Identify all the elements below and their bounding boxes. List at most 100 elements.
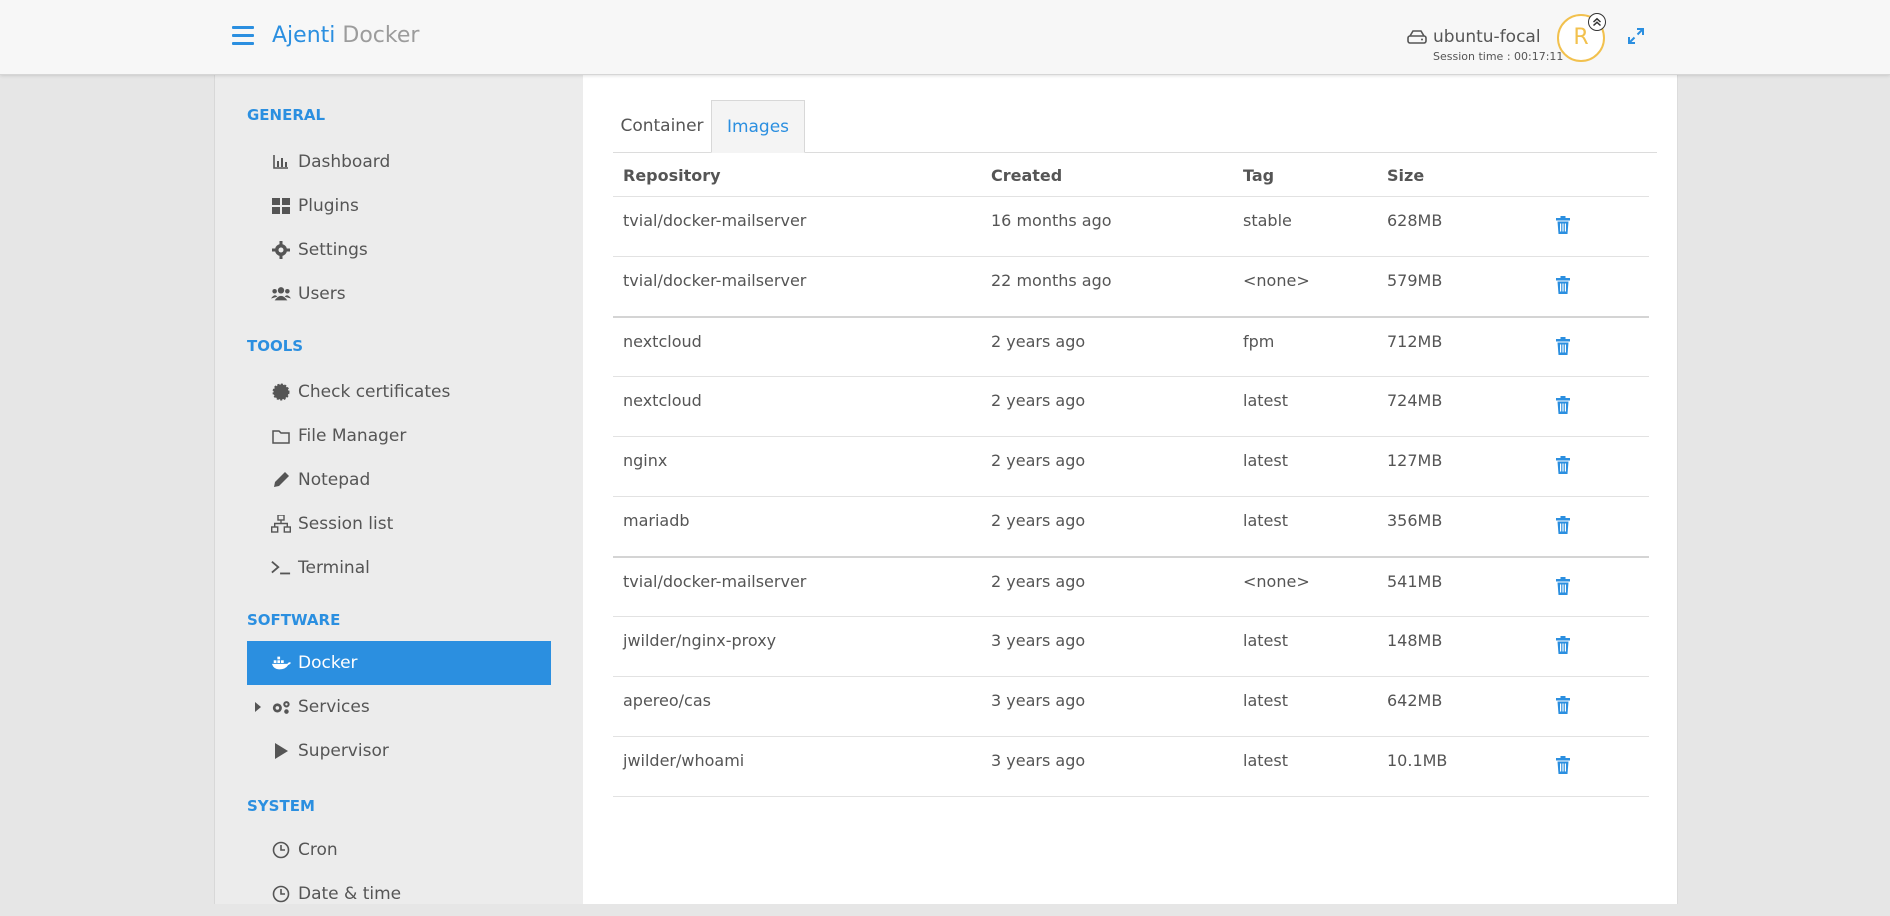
sidebar-item-terminal[interactable]: Terminal bbox=[247, 546, 551, 590]
cell-created: 2 years ago bbox=[981, 556, 1233, 617]
fullscreen-icon[interactable] bbox=[1627, 27, 1645, 45]
cell-created: 2 years ago bbox=[981, 316, 1233, 377]
table-row: apereo/cas 3 years ago latest 642MB bbox=[613, 676, 1649, 737]
table-row: tvial/docker-mailserver 2 years ago <none>… bbox=[613, 556, 1649, 617]
cell-tag: latest bbox=[1233, 676, 1377, 737]
section-general: GENERAL bbox=[247, 106, 326, 124]
sidebar-item-label: Services bbox=[298, 697, 370, 717]
cell-repository: nextcloud bbox=[613, 376, 981, 437]
cell-actions bbox=[1536, 616, 1649, 677]
sidebar-item-docker[interactable]: Docker bbox=[247, 641, 551, 685]
docker-icon bbox=[271, 653, 291, 673]
table-row: mariadb 2 years ago latest 356MB bbox=[613, 496, 1649, 558]
play-icon bbox=[271, 741, 291, 761]
table-row: nextcloud 2 years ago fpm 712MB bbox=[613, 316, 1649, 377]
sidebar-item-label: Users bbox=[298, 284, 346, 304]
cell-created: 3 years ago bbox=[981, 616, 1233, 677]
cell-size: 148MB bbox=[1377, 616, 1536, 677]
table-row: nginx 2 years ago latest 127MB bbox=[613, 436, 1649, 497]
cell-tag: stable bbox=[1233, 196, 1377, 257]
trash-icon[interactable] bbox=[1556, 756, 1570, 774]
cell-actions bbox=[1536, 496, 1649, 558]
sidebar-item-dashboard[interactable]: Dashboard bbox=[247, 140, 551, 184]
sidebar-item-label: Dashboard bbox=[298, 152, 391, 172]
cell-repository: jwilder/whoami bbox=[613, 736, 981, 797]
sidebar-item-label: Terminal bbox=[298, 558, 370, 578]
app-brand: Ajenti Docker bbox=[272, 23, 419, 48]
cell-repository: tvial/docker-mailserver bbox=[613, 196, 981, 257]
section-system: SYSTEM bbox=[247, 797, 315, 815]
cell-tag: latest bbox=[1233, 436, 1377, 497]
sidebar-item-label: Check certificates bbox=[298, 382, 451, 402]
folder-icon bbox=[271, 426, 291, 446]
column-header-size: Size bbox=[1377, 154, 1536, 197]
users-icon bbox=[271, 284, 291, 304]
sidebar-item-label: File Manager bbox=[298, 426, 407, 446]
top-header: Ajenti Docker ubuntu-focal Session time … bbox=[0, 0, 1890, 75]
trash-icon[interactable] bbox=[1556, 516, 1570, 534]
trash-icon[interactable] bbox=[1556, 396, 1570, 414]
cell-tag: <none> bbox=[1233, 256, 1377, 318]
tab-bar: Container Images bbox=[613, 100, 1657, 153]
certificate-icon bbox=[271, 382, 291, 402]
sidebar-item-file-manager[interactable]: File Manager bbox=[247, 414, 551, 458]
sidebar-item-notepad[interactable]: Notepad bbox=[247, 458, 551, 502]
cell-tag: <none> bbox=[1233, 556, 1377, 617]
trash-icon[interactable] bbox=[1556, 636, 1570, 654]
cell-repository: nginx bbox=[613, 436, 981, 497]
trash-icon[interactable] bbox=[1556, 576, 1570, 595]
cogs-icon bbox=[271, 697, 291, 717]
cell-size: 579MB bbox=[1377, 256, 1536, 318]
cell-created: 2 years ago bbox=[981, 496, 1233, 558]
chevrons-up-icon[interactable] bbox=[1588, 13, 1606, 31]
trash-icon[interactable] bbox=[1556, 336, 1570, 355]
sidebar-item-session-list[interactable]: Session list bbox=[247, 502, 551, 546]
hard-drive-icon bbox=[1407, 30, 1427, 44]
menu-toggle-icon[interactable] bbox=[232, 26, 254, 46]
tab-images[interactable]: Images bbox=[711, 100, 805, 153]
table-row: jwilder/nginx-proxy 3 years ago latest 148M… bbox=[613, 616, 1649, 677]
cell-tag: latest bbox=[1233, 736, 1377, 797]
sidebar-item-cron[interactable]: Cron bbox=[247, 828, 551, 872]
tab-container[interactable]: Container bbox=[613, 100, 711, 152]
cell-actions bbox=[1536, 316, 1649, 377]
cell-repository: tvial/docker-mailserver bbox=[613, 256, 981, 318]
caret-right-icon[interactable] bbox=[255, 702, 261, 712]
column-header-repository: Repository bbox=[613, 154, 981, 197]
sidebar-item-services[interactable]: Services bbox=[247, 685, 551, 729]
table-header-row: Repository Created Tag Size bbox=[613, 154, 1649, 197]
cell-size: 712MB bbox=[1377, 316, 1536, 377]
cell-created: 2 years ago bbox=[981, 376, 1233, 437]
cell-actions bbox=[1536, 256, 1649, 318]
trash-icon[interactable] bbox=[1556, 216, 1570, 234]
main-panel: Container Images Repository Created Tag … bbox=[583, 74, 1678, 904]
cell-size: 127MB bbox=[1377, 436, 1536, 497]
table-row: tvial/docker-mailserver 22 months ago <non… bbox=[613, 256, 1649, 318]
cell-tag: latest bbox=[1233, 376, 1377, 437]
brand-secondary: Docker bbox=[342, 23, 420, 48]
session-time: Session time : 00:17:11 bbox=[1433, 50, 1564, 63]
trash-icon[interactable] bbox=[1556, 276, 1570, 294]
cell-created: 22 months ago bbox=[981, 256, 1233, 318]
sidebar-item-users[interactable]: Users bbox=[247, 272, 551, 316]
sidebar-item-settings[interactable]: Settings bbox=[247, 228, 551, 272]
cell-actions bbox=[1536, 676, 1649, 737]
sidebar-item-label: Date & time bbox=[298, 884, 402, 904]
sidebar-item-label: Plugins bbox=[298, 196, 359, 216]
cell-size: 541MB bbox=[1377, 556, 1536, 617]
sidebar-item-check-certificates[interactable]: Check certificates bbox=[247, 370, 551, 414]
brand-primary: Ajenti bbox=[272, 23, 336, 48]
section-tools: TOOLS bbox=[247, 337, 304, 355]
sidebar-item-supervisor[interactable]: Supervisor bbox=[247, 729, 551, 773]
trash-icon[interactable] bbox=[1556, 696, 1570, 714]
trash-icon[interactable] bbox=[1556, 456, 1570, 474]
cell-size: 10.1MB bbox=[1377, 736, 1536, 797]
sidebar-item-date-time[interactable]: Date & time bbox=[247, 872, 551, 916]
chart-icon bbox=[271, 152, 291, 172]
sidebar-item-label: Settings bbox=[298, 240, 368, 260]
cell-size: 628MB bbox=[1377, 196, 1536, 257]
cell-created: 3 years ago bbox=[981, 736, 1233, 797]
sidebar-item-plugins[interactable]: Plugins bbox=[247, 184, 551, 228]
sidebar-item-label: Session list bbox=[298, 514, 394, 534]
pencil-icon bbox=[271, 470, 291, 490]
